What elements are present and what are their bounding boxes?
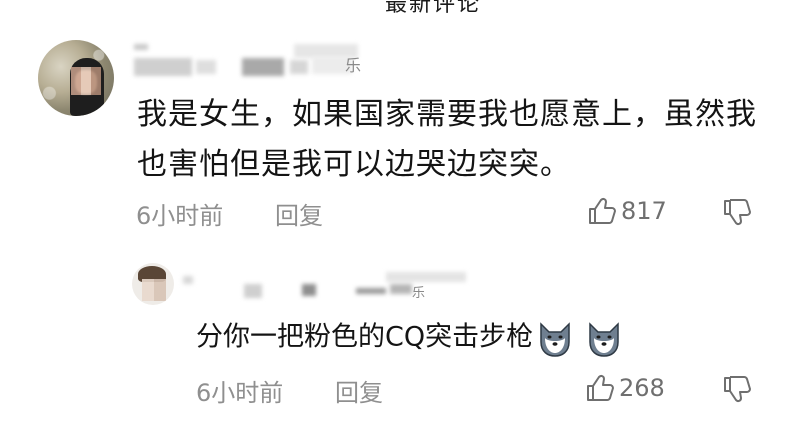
thumbs-down-icon: [724, 199, 751, 226]
reply-reply-button[interactable]: 回复: [335, 373, 383, 408]
avatar-mosaic: [71, 67, 101, 95]
comment-timestamp: 6小时前: [136, 202, 224, 230]
doge-icon: [584, 318, 624, 358]
comment-body: 我是女生，如果国家需要我也愿意上，虽然我也害怕但是我可以边哭边突突。: [137, 97, 757, 182]
thumbs-up-icon: [587, 374, 614, 401]
reply-timestamp: 6小时前: [196, 379, 284, 407]
reply-dislike-button[interactable]: [722, 374, 752, 408]
comment-like-count: 817: [621, 197, 667, 225]
commenter-avatar[interactable]: [38, 40, 114, 116]
comment-dislike-button[interactable]: [722, 197, 752, 231]
thumbs-up-icon: [589, 197, 616, 224]
comment-reply-button[interactable]: 回复: [275, 196, 323, 231]
replier-avatar[interactable]: [132, 263, 174, 305]
comment-like-button[interactable]: 817: [587, 196, 667, 226]
doge-icon: [535, 318, 575, 358]
reply-like-count: 268: [619, 374, 665, 402]
reply-like-button[interactable]: 268: [585, 373, 665, 403]
replier-username-tail: 乐: [412, 286, 426, 301]
reply-body: 分你一把粉色的CQ突击步枪: [196, 318, 624, 358]
thumbs-down-icon: [724, 376, 751, 403]
reply-emoji-row: [535, 318, 624, 358]
avatar-mosaic: [142, 279, 166, 301]
top-header-text: 最新评论: [385, 0, 482, 17]
reply-text: 分你一把粉色的CQ突击步枪: [196, 321, 534, 353]
commenter-username-tail: 乐: [345, 56, 362, 75]
